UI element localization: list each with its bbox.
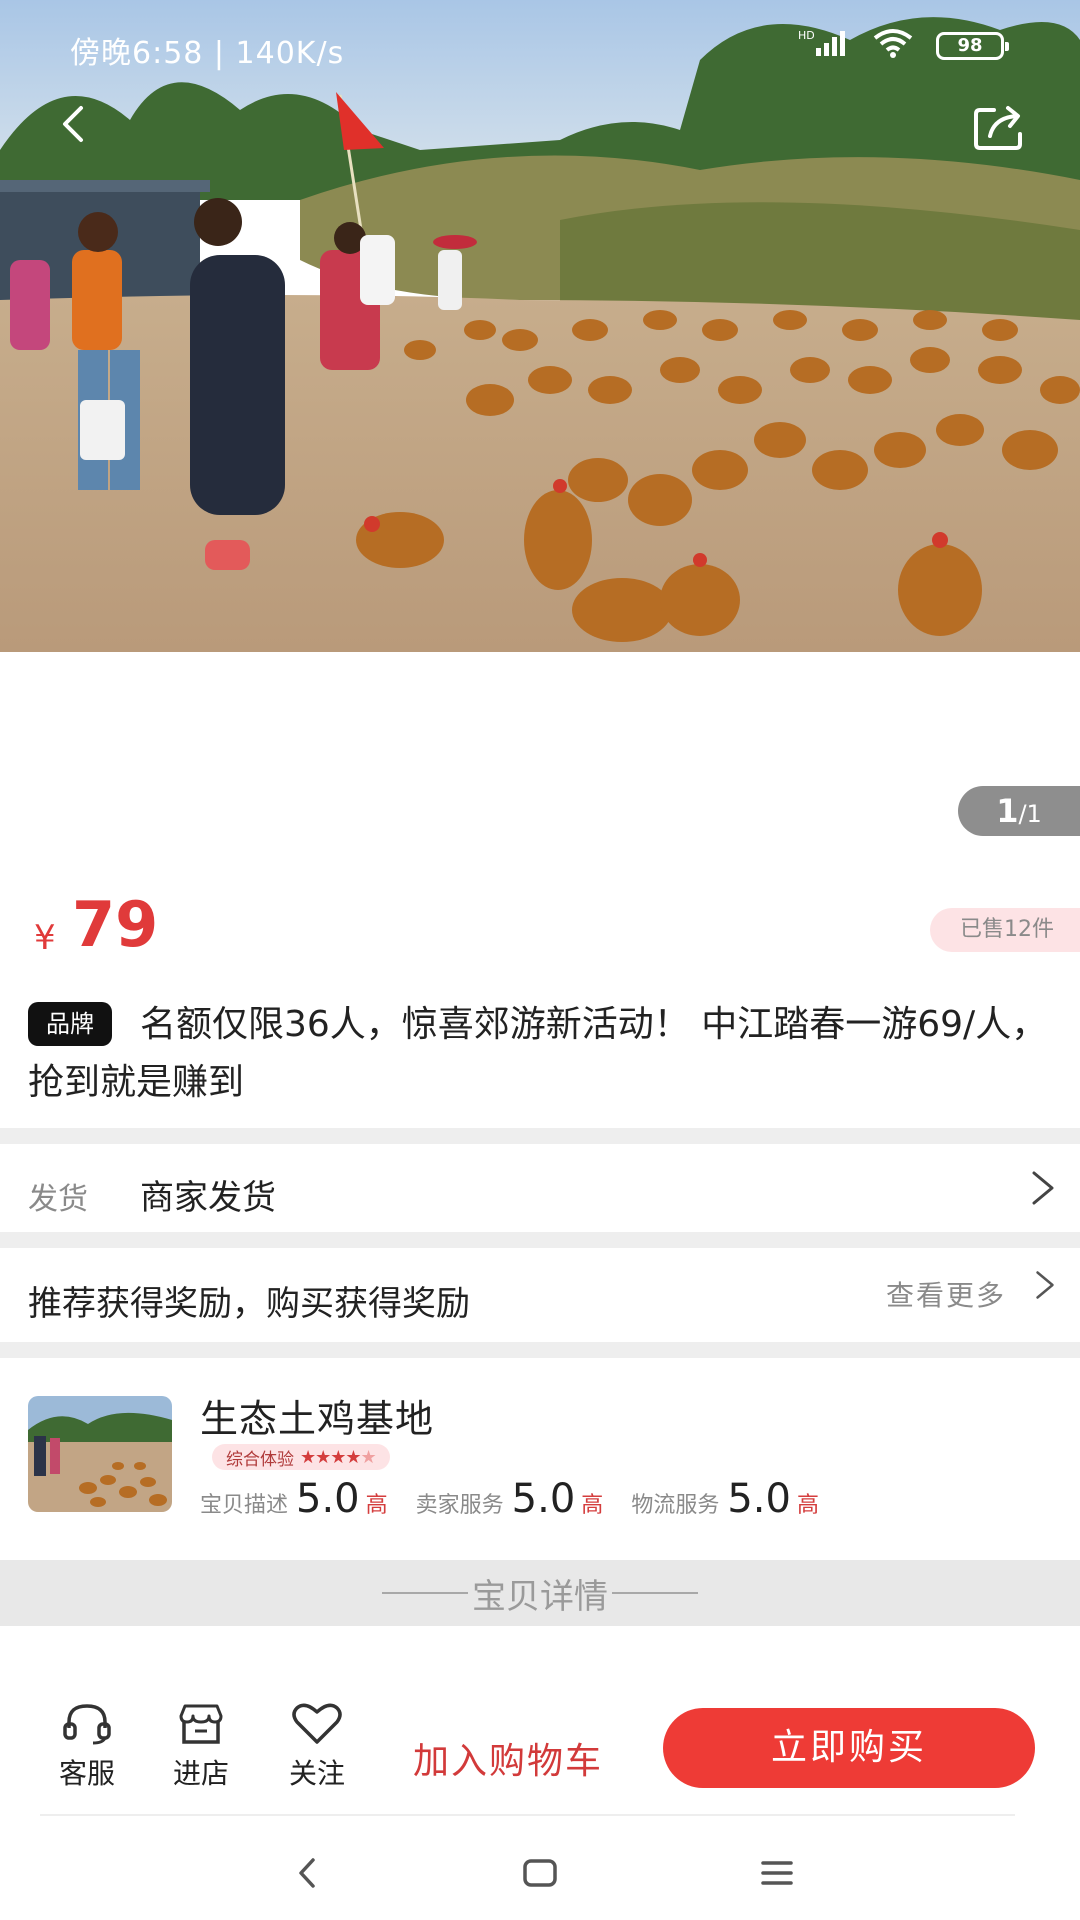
back-button[interactable] <box>40 92 104 156</box>
nav-back-button[interactable] <box>282 1848 332 1898</box>
product-title: 品牌 名额仅限36人，惊喜郊游新活动！ 中江踏春一游69/人，抢到就是赚到 <box>28 996 1058 1112</box>
see-more-link[interactable]: 查看更多 <box>886 1274 1006 1314</box>
share-button[interactable] <box>972 102 1032 154</box>
experience-label: 综合体验 <box>226 1449 294 1470</box>
follow-button[interactable]: 关注 <box>272 1702 362 1792</box>
svg-text:HD: HD <box>798 29 815 42</box>
price-section: ¥ 79 已售12件 <box>0 888 1080 978</box>
customer-service-button[interactable]: 客服 <box>42 1702 132 1792</box>
status-icons: HD 98 <box>798 28 1009 63</box>
shop-avatar[interactable] <box>28 1396 172 1512</box>
status-bar: 傍晚6:58 | 140K/s HD 98 <box>0 0 1080 96</box>
divider-line <box>612 1592 698 1594</box>
nav-menu-button[interactable] <box>752 1848 802 1898</box>
score-description: 宝贝描述 5.0 高 <box>200 1476 388 1522</box>
buy-now-button[interactable]: 立即购买 <box>663 1708 1035 1788</box>
heart-icon <box>292 1703 342 1744</box>
bottom-action-bar: 客服 进店 关注 加入购物车 立即购买 <box>0 1690 1080 1818</box>
image-counter-current: 1 <box>996 792 1019 830</box>
chevron-right-icon <box>1032 1171 1054 1205</box>
star-rating-icon: ★★★★★ <box>300 1446 377 1468</box>
reward-text: 推荐获得奖励，购买获得奖励 <box>28 1284 470 1324</box>
score-logistics: 物流服务 5.0 高 <box>631 1476 819 1522</box>
image-counter-total: /1 <box>1018 800 1042 828</box>
section-divider <box>0 1232 1080 1248</box>
shop-scores: 宝贝描述 5.0 高 卖家服务 5.0 高 物流服务 5.0 高 <box>200 1476 847 1522</box>
image-counter: 1 /1 <box>958 786 1080 836</box>
divider-line <box>382 1592 468 1594</box>
nav-back-icon <box>299 1858 315 1888</box>
system-navigation-bar <box>0 1826 1080 1920</box>
shipping-row[interactable]: 发货 商家发货 <box>0 1144 1080 1232</box>
section-divider <box>0 1128 1080 1144</box>
sold-count-badge: 已售12件 <box>930 908 1080 952</box>
shop-card[interactable]: 生态土鸡基地 综合体验 ★★★★★ 宝贝描述 5.0 高 卖家服务 5.0 高 … <box>0 1358 1080 1558</box>
signal-icon: HD <box>798 28 850 63</box>
action-bar-separator <box>40 1814 1015 1816</box>
chevron-right-icon <box>1036 1271 1054 1299</box>
share-icon <box>974 106 1022 150</box>
status-time: 傍晚6:58 | 140K/s <box>70 36 345 71</box>
detail-section-header: 宝贝详情 <box>0 1560 1080 1626</box>
shop-name[interactable]: 生态土鸡基地 <box>200 1388 434 1443</box>
store-icon <box>179 1704 223 1744</box>
headset-icon <box>63 1704 111 1745</box>
reward-row[interactable]: 推荐获得奖励，购买获得奖励 查看更多 <box>0 1248 1080 1342</box>
nav-menu-icon <box>761 1861 793 1885</box>
store-label: 进店 <box>172 1757 229 1790</box>
detail-header-text: 宝贝详情 <box>472 1576 608 1617</box>
score-seller-service: 卖家服务 5.0 高 <box>415 1476 604 1522</box>
price-currency: ¥ <box>34 918 56 958</box>
store-button[interactable]: 进店 <box>156 1702 246 1792</box>
nav-home-button[interactable] <box>515 1848 565 1898</box>
nav-home-icon <box>523 1859 557 1887</box>
wifi-icon <box>872 28 914 63</box>
section-divider <box>0 1342 1080 1358</box>
shipping-value: 商家发货 <box>140 1178 276 1218</box>
follow-label: 关注 <box>288 1757 345 1790</box>
customer-service-label: 客服 <box>58 1757 115 1790</box>
back-arrow-icon <box>63 106 83 142</box>
battery-icon: 98 <box>936 31 1009 60</box>
shipping-label: 发货 <box>28 1182 88 1217</box>
price-amount: 79 <box>72 888 159 961</box>
product-image[interactable] <box>0 0 1080 652</box>
experience-rating-badge: 综合体验 ★★★★★ <box>212 1444 390 1470</box>
product-photo <box>0 0 1080 652</box>
add-to-cart-button[interactable]: 加入购物车 <box>388 1732 628 1784</box>
product-title-text: 名额仅限36人，惊喜郊游新活动！ 中江踏春一游69/人，抢到就是赚到 <box>28 1004 1048 1103</box>
brand-tag: 品牌 <box>28 1002 112 1046</box>
